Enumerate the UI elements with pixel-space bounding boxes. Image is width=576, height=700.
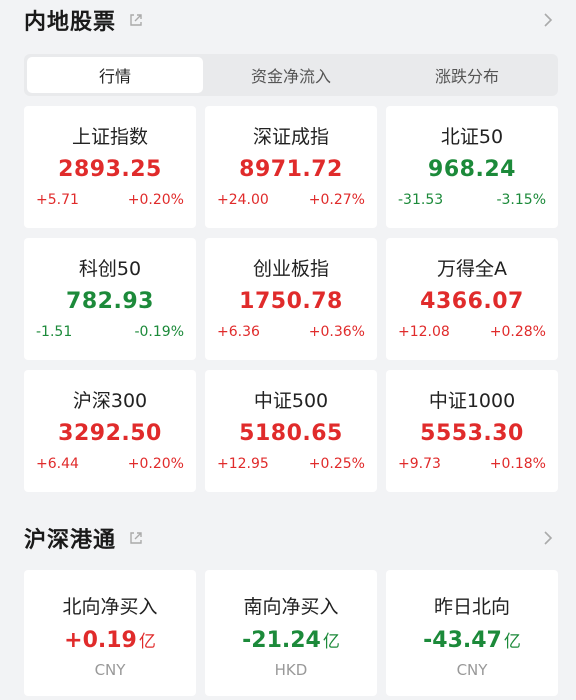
- index-changes: +9.73 +0.18%: [386, 456, 558, 472]
- tab-market[interactable]: 行情: [27, 57, 203, 93]
- index-value: 5180.65: [239, 421, 343, 446]
- index-change: +6.44: [36, 456, 79, 472]
- share-external-icon[interactable]: [128, 12, 144, 28]
- index-change-pct: -0.19%: [134, 324, 184, 340]
- flow-unit: 亿: [138, 632, 156, 652]
- index-card[interactable]: 沪深300 3292.50 +6.44 +0.20%: [24, 370, 196, 492]
- share-external-icon[interactable]: [128, 530, 144, 546]
- index-name: 北证50: [440, 126, 504, 148]
- flow-value-group: -43.47 亿: [423, 627, 521, 653]
- flow-card[interactable]: 北向净买入 +0.19 亿 CNY: [24, 570, 196, 696]
- index-name: 中证1000: [428, 390, 516, 412]
- index-change: +12.95: [217, 456, 269, 472]
- index-change: +6.36: [217, 324, 260, 340]
- index-name: 沪深300: [72, 390, 148, 412]
- index-card[interactable]: 科创50 782.93 -1.51 -0.19%: [24, 238, 196, 360]
- index-changes: +12.95 +0.25%: [205, 456, 377, 472]
- flow-value-group: -21.24 亿: [242, 627, 340, 653]
- flow-name: 北向净买入: [62, 596, 158, 618]
- index-change-pct: +0.28%: [489, 324, 546, 340]
- flow-unit: 亿: [322, 632, 340, 652]
- index-changes: +12.08 +0.28%: [386, 324, 558, 340]
- flow-card[interactable]: 南向净买入 -21.24 亿 HKD: [205, 570, 377, 696]
- flow-value: -43.47: [423, 628, 502, 653]
- flow-value: -21.24: [242, 628, 321, 653]
- flow-currency: CNY: [94, 661, 126, 679]
- index-change-pct: +0.36%: [308, 324, 365, 340]
- chevron-right-icon[interactable]: [542, 528, 554, 548]
- index-change: +9.73: [398, 456, 441, 472]
- index-value: 4366.07: [420, 289, 524, 314]
- index-change: +5.71: [36, 192, 79, 208]
- flow-unit: 亿: [503, 632, 521, 652]
- index-name: 科创50: [78, 258, 142, 280]
- index-changes: +6.44 +0.20%: [24, 456, 196, 472]
- index-card[interactable]: 上证指数 2893.25 +5.71 +0.20%: [24, 106, 196, 228]
- index-changes: +5.71 +0.20%: [24, 192, 196, 208]
- index-change: +24.00: [217, 192, 269, 208]
- index-change-pct: +0.20%: [127, 192, 184, 208]
- connect-header[interactable]: 沪深港通: [0, 518, 576, 558]
- index-value: 1750.78: [239, 289, 343, 314]
- index-name: 创业板指: [252, 258, 329, 280]
- section-title-connect: 沪深港通: [24, 528, 117, 553]
- index-card[interactable]: 万得全A 4366.07 +12.08 +0.28%: [386, 238, 558, 360]
- index-value: 8971.72: [239, 157, 343, 182]
- index-name: 上证指数: [71, 126, 148, 148]
- index-card[interactable]: 中证1000 5553.30 +9.73 +0.18%: [386, 370, 558, 492]
- flow-card[interactable]: 昨日北向 -43.47 亿 CNY: [386, 570, 558, 696]
- index-card[interactable]: 创业板指 1750.78 +6.36 +0.36%: [205, 238, 377, 360]
- index-value: 2893.25: [58, 157, 162, 182]
- tab-rise-fall-distribution[interactable]: 涨跌分布: [379, 57, 555, 93]
- index-change-pct: +0.25%: [308, 456, 365, 472]
- index-changes: +24.00 +0.27%: [205, 192, 377, 208]
- index-change-pct: +0.20%: [127, 456, 184, 472]
- flow-name: 昨日北向: [433, 596, 510, 618]
- index-change: -1.51: [36, 324, 73, 340]
- index-name: 万得全A: [437, 258, 507, 280]
- index-change-pct: +0.18%: [489, 456, 546, 472]
- flow-name: 南向净买入: [243, 596, 339, 618]
- index-changes: -1.51 -0.19%: [24, 324, 196, 340]
- index-change: -31.53: [398, 192, 444, 208]
- chevron-right-icon[interactable]: [542, 10, 554, 30]
- index-change-pct: -3.15%: [496, 192, 546, 208]
- section-title-mainland: 内地股票: [24, 10, 117, 35]
- flow-value: +0.19: [64, 628, 137, 653]
- flow-currency: CNY: [456, 661, 488, 679]
- flow-value-group: +0.19 亿: [64, 627, 156, 653]
- index-change-pct: +0.27%: [308, 192, 365, 208]
- tab-net-inflow[interactable]: 资金净流入: [203, 57, 379, 93]
- mainland-tabs: 行情 资金净流入 涨跌分布: [24, 54, 558, 96]
- flow-currency: HKD: [274, 661, 308, 679]
- index-value: 782.93: [66, 289, 154, 314]
- index-name: 中证500: [253, 390, 329, 412]
- index-changes: +6.36 +0.36%: [205, 324, 377, 340]
- index-change: +12.08: [398, 324, 450, 340]
- index-name: 深证成指: [252, 126, 329, 148]
- index-card[interactable]: 北证50 968.24 -31.53 -3.15%: [386, 106, 558, 228]
- index-value: 5553.30: [420, 421, 524, 446]
- index-changes: -31.53 -3.15%: [386, 192, 558, 208]
- index-card[interactable]: 中证500 5180.65 +12.95 +0.25%: [205, 370, 377, 492]
- index-value: 968.24: [428, 157, 516, 182]
- index-card[interactable]: 深证成指 8971.72 +24.00 +0.27%: [205, 106, 377, 228]
- index-value: 3292.50: [58, 421, 162, 446]
- mainland-stocks-header[interactable]: 内地股票: [0, 0, 576, 40]
